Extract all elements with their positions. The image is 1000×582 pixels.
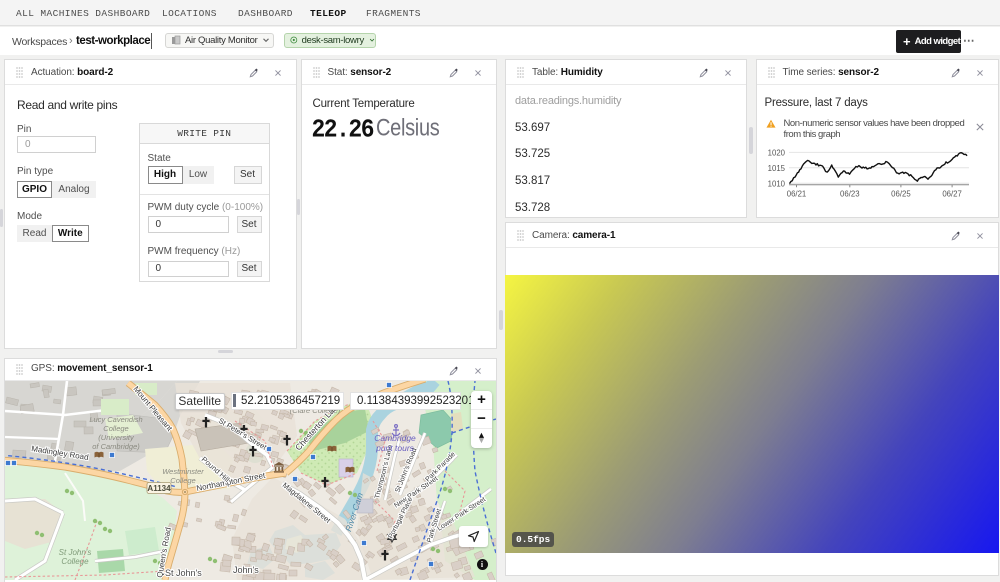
- svg-text:06/25: 06/25: [891, 190, 911, 199]
- svg-text:06/27: 06/27: [942, 190, 962, 199]
- svg-text:John's: John's: [233, 565, 259, 575]
- svg-text:1020: 1020: [767, 149, 785, 158]
- svg-text:Westminster: Westminster: [162, 467, 204, 476]
- svg-text:of Cambridge): of Cambridge): [92, 442, 140, 451]
- svg-text:A1134: A1134: [147, 484, 171, 493]
- svg-text:06/23: 06/23: [840, 190, 860, 199]
- svg-text:(University: (University: [98, 433, 135, 442]
- svg-text:Cambridge: Cambridge: [374, 433, 416, 443]
- svg-text:St John's: St John's: [59, 548, 92, 557]
- svg-text:1015: 1015: [767, 164, 785, 173]
- svg-text:1010: 1010: [767, 179, 785, 188]
- svg-text:College: College: [170, 476, 195, 485]
- svg-text:punt tours: punt tours: [375, 443, 415, 453]
- svg-text:College: College: [103, 424, 128, 433]
- svg-text:St John's: St John's: [165, 568, 202, 578]
- svg-text:06/21: 06/21: [786, 190, 806, 199]
- svg-text:Lucy Cavendish: Lucy Cavendish: [89, 415, 142, 424]
- svg-text:College: College: [61, 557, 89, 566]
